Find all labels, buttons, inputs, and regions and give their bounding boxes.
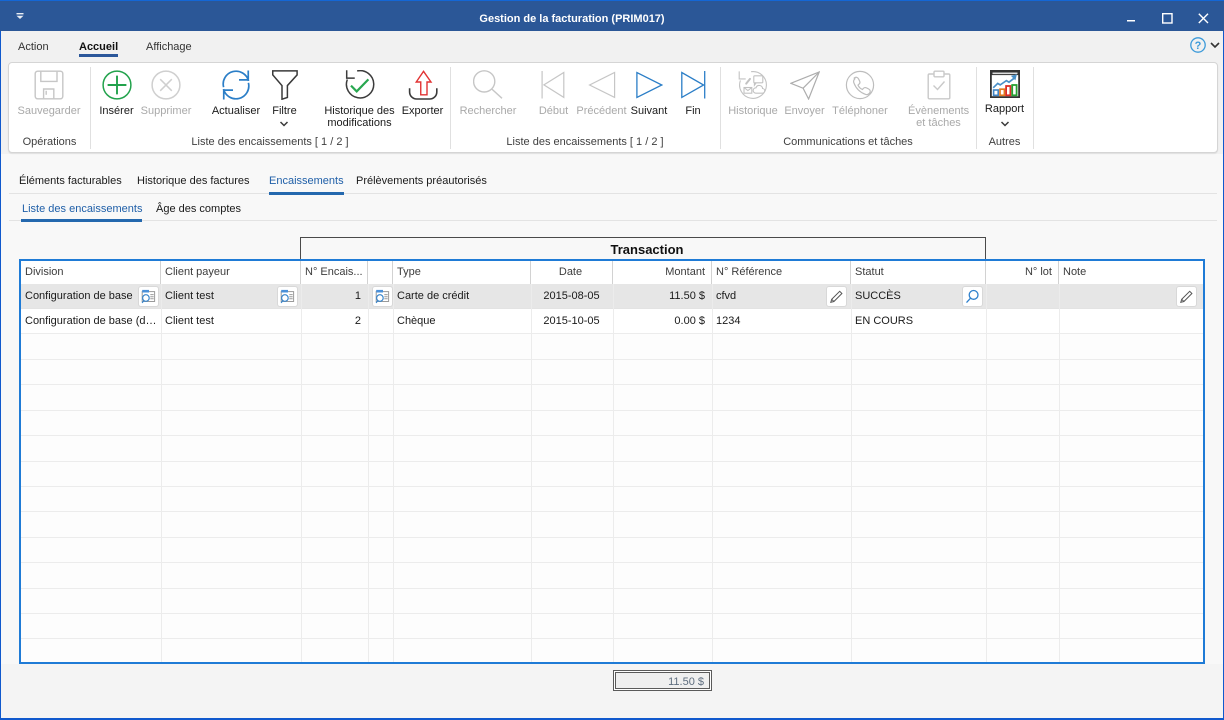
svg-text:?: ? — [1195, 40, 1202, 52]
